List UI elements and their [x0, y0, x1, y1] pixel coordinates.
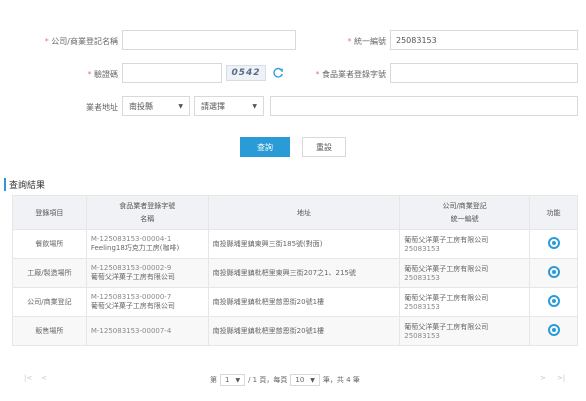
captcha-image: 0542: [226, 65, 266, 81]
last-page-button[interactable]: >|: [557, 374, 565, 382]
cell-address: 南投縣埔里鎮枇杷里慈恩街20號1樓: [207, 287, 401, 317]
cell-address: 南投縣埔里鎮枇杷里慈恩街20號1樓: [207, 316, 401, 346]
county-select-value: 南投縣: [129, 101, 153, 111]
cell-address: 南投縣埔里鎮枇杷里東興三街207之1、215號: [207, 258, 401, 288]
prev-page-button[interactable]: <: [41, 374, 47, 382]
pager-left: |< <: [24, 374, 47, 382]
header-company: 公司/商業登記 統一編號: [399, 195, 531, 230]
tax-id-label: * 統一編號: [347, 37, 386, 46]
cell-item: 販售場所: [12, 316, 87, 346]
company-name-input[interactable]: [122, 30, 296, 50]
district-select[interactable]: 請選擇 ▼: [194, 96, 264, 116]
cell-item: 餐飲場所: [12, 229, 87, 259]
cell-address: 南投縣埔里鎮東興三街185號(對面): [207, 229, 401, 259]
query-button[interactable]: 查詢: [240, 137, 290, 157]
header-item: 登錄項目: [12, 195, 87, 230]
cell-action: [529, 229, 578, 259]
header-action: 功能: [529, 195, 578, 230]
results-table: 登錄項目 食品業者登錄字號 名稱 地址 公司/商業登記 統一編號 功能 餐飲場所…: [12, 195, 578, 346]
food-reg-no-label: * 食品業者登錄字號: [315, 70, 386, 79]
first-page-button[interactable]: |<: [24, 374, 32, 382]
page-size-select-value: 10: [295, 376, 305, 384]
cell-action: [529, 258, 578, 288]
food-reg-no-input[interactable]: [390, 63, 578, 83]
chevron-down-icon: ▼: [310, 376, 315, 384]
district-select-value: 請選擇: [201, 101, 225, 111]
view-detail-icon[interactable]: [547, 295, 560, 307]
next-page-button[interactable]: >: [540, 374, 546, 382]
pager-prefix: 第: [210, 376, 217, 384]
pager-right: > >|: [540, 374, 565, 382]
chevron-down-icon: ▼: [178, 102, 183, 110]
cell-company: 葡萄父洋菓子工房有限公司 25083153: [399, 229, 531, 259]
county-select[interactable]: 南投縣 ▼: [122, 96, 190, 116]
view-detail-icon[interactable]: [547, 266, 560, 278]
chevron-down-icon: ▼: [252, 102, 257, 110]
page-select[interactable]: 1 ▼: [220, 374, 246, 386]
cell-item: 公司/商業登記: [12, 287, 87, 317]
results-title: 查詢結果: [4, 178, 45, 191]
page-size-select[interactable]: 10 ▼: [290, 374, 320, 386]
captcha-input[interactable]: [122, 63, 222, 83]
pager-center: 第 1 ▼ / 1 頁，每頁 10 ▼ 筆，共 4 筆: [210, 374, 360, 386]
address-input[interactable]: [270, 96, 578, 116]
view-detail-icon[interactable]: [547, 237, 560, 249]
reset-button[interactable]: 重設: [302, 137, 346, 157]
cell-company: 葡萄父洋菓子工房有限公司 25083153: [399, 316, 531, 346]
cell-regno: M-125083153-00002-9 葡萄父洋菓子工房有限公司: [85, 258, 209, 288]
cell-company: 葡萄父洋菓子工房有限公司 25083153: [399, 287, 531, 317]
cell-regno: M-125083153-00004-1 Feeling18巧克力工房(咖啡): [85, 229, 209, 259]
header-regno: 食品業者登錄字號 名稱: [85, 195, 209, 230]
cell-regno: M-125083153-00007-4: [85, 316, 209, 346]
pager-suffix: 筆，共 4 筆: [322, 376, 360, 384]
pager-mid-text: / 1 頁，每頁: [248, 376, 288, 384]
cell-company: 葡萄父洋菓子工房有限公司 25083153: [399, 258, 531, 288]
company-name-label: * 公司/商業登記名稱: [44, 37, 118, 46]
address-label: 業者地址: [86, 103, 118, 112]
tax-id-input[interactable]: 25083153: [390, 30, 578, 50]
table-row: 公司/商業登記 M-125083153-00000-7 葡萄父洋菓子工房有限公司…: [12, 287, 578, 317]
refresh-captcha-icon[interactable]: [270, 65, 286, 81]
table-row: 餐飲場所 M-125083153-00004-1 Feeling18巧克力工房(…: [12, 229, 578, 259]
cell-action: [529, 316, 578, 346]
cell-regno: M-125083153-00000-7 葡萄父洋菓子工房有限公司: [85, 287, 209, 317]
cell-item: 工廠/製造場所: [12, 258, 87, 288]
header-address: 地址: [207, 195, 401, 230]
table-row: 販售場所 M-125083153-00007-4 南投縣埔里鎮枇杷里慈恩街20號…: [12, 316, 578, 346]
captcha-label: * 驗證碼: [87, 70, 118, 79]
view-detail-icon[interactable]: [547, 324, 560, 336]
table-row: 工廠/製造場所 M-125083153-00002-9 葡萄父洋菓子工房有限公司…: [12, 258, 578, 288]
chevron-down-icon: ▼: [235, 376, 241, 384]
cell-action: [529, 287, 578, 317]
page-select-value: 1: [225, 376, 230, 384]
